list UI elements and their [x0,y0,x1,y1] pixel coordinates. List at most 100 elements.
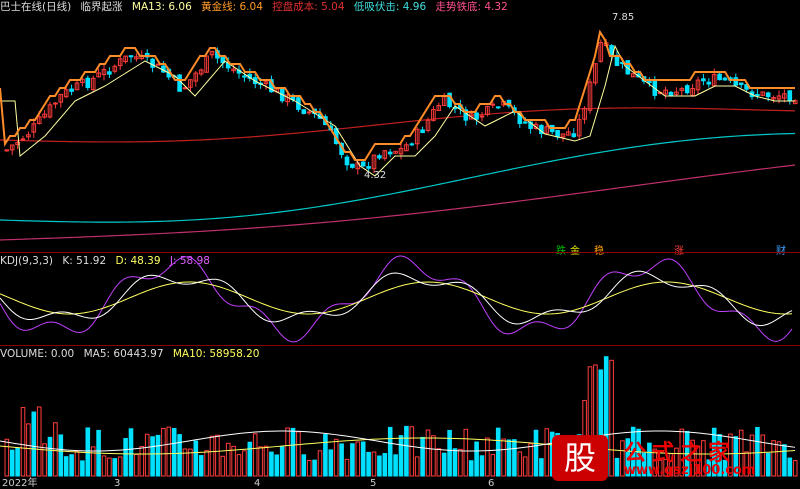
volume-bar [360,441,366,477]
volume-bar [409,426,415,477]
volume-bar [468,460,474,477]
volume-bar [339,443,344,477]
volume-bar [792,460,798,477]
ma-line-mid [0,132,796,223]
volume-bar [144,433,150,477]
volume-bar [414,456,420,477]
watermark: 股 公式之家 www.gszj100.com [552,435,792,483]
volume-bar [431,435,436,477]
volume-bar [258,446,263,477]
candle-body [85,77,91,88]
kdj-j-line [0,255,793,343]
candle-body [522,121,528,124]
cost-line [0,107,796,143]
volume-bar [155,434,161,477]
high-annotation: 7.85 [612,12,634,23]
candle-body [701,78,706,82]
volume-bar [193,440,199,477]
candle-body [107,71,112,75]
volume-bar [42,443,47,477]
candle-body [668,91,674,97]
volume-bar [4,438,10,477]
volume-bar [252,433,258,477]
candle-body [366,166,371,169]
volume-bar [350,443,355,477]
x-label-2022: 2022年 [2,478,38,489]
volume-bar [80,460,85,477]
volume-bar [317,450,323,477]
volume-bar [209,435,215,477]
candle-body [387,151,393,155]
candle-body [555,129,560,138]
volume-bar [522,456,528,477]
volume-bar [333,438,339,477]
volume-bar [328,449,334,477]
kdj-chart[interactable] [0,253,800,345]
candle-body [409,143,415,146]
candle-body [20,138,26,141]
volume-bar [377,455,382,477]
volume-bar [528,443,533,477]
candle-body [684,85,690,94]
volume-bar [204,450,209,477]
candle-body [53,102,58,105]
volume-bar [220,455,226,477]
candle-body [177,74,182,92]
volume-bar [161,427,166,477]
candle-body [350,163,355,168]
volume-bar [101,455,107,477]
volume-bar [301,454,307,477]
x-label-3: 3 [114,478,121,489]
candlestick-chart[interactable] [0,0,800,252]
volume-bar [177,434,182,477]
volume-bar [269,451,274,477]
candle-body [647,81,652,84]
volume-bar [506,439,512,477]
volume-bar [112,458,118,477]
candle-body [706,81,712,85]
x-label-6: 6 [488,478,495,489]
volume-bar [479,455,485,477]
candle-body [377,155,382,159]
kdj-panel[interactable]: KDJ(9,3,3) K: 51.92 D: 48.39 J: 58.98 [0,253,800,345]
volume-bar [490,453,496,477]
volume-bar [533,429,539,477]
watermark-logo: 股 [552,435,608,481]
volume-bar [398,435,404,477]
volume-bar [166,426,172,477]
candle-body [755,94,760,97]
candle-body [490,103,496,106]
volume-panel[interactable]: VOLUME: 0.00 MA5: 60443.97 MA10: 58958.2… [0,346,800,489]
volume-bar [47,436,53,477]
low-value: 4.32 [364,170,387,181]
volume-bar [123,438,128,477]
main-chart-panel[interactable]: 巴士在线(日线) 临界起涨 MA13: 6.06 黄金线: 6.04 控盘成本:… [0,0,800,257]
volume-bar [463,428,469,477]
candle-body [306,111,312,114]
volume-bar [107,457,112,477]
candle-body [571,133,577,138]
volume-bar [452,448,458,477]
volume-bar [404,425,409,477]
volume-bar [69,454,74,477]
volume-bar [323,434,328,477]
ma-line-long [0,164,796,241]
volume-bar [134,453,139,477]
volume-bar [231,445,236,477]
volume-bar [63,456,69,477]
low-annotation: 4.32 [364,170,386,181]
volume-bar [20,407,26,477]
volume-bar [58,434,64,477]
volume-bar [501,438,506,477]
volume-bar [306,459,312,477]
volume-bar [447,429,452,477]
candle-body [495,106,501,109]
volume-bar [382,453,388,477]
candle-body [733,77,739,86]
volume-bar [544,428,550,477]
watermark-url: www.gszj100.com [624,463,756,478]
candle-body [717,73,722,81]
volume-bar [85,427,91,477]
volume-bar [474,441,479,477]
kdj-d-line [0,281,793,315]
